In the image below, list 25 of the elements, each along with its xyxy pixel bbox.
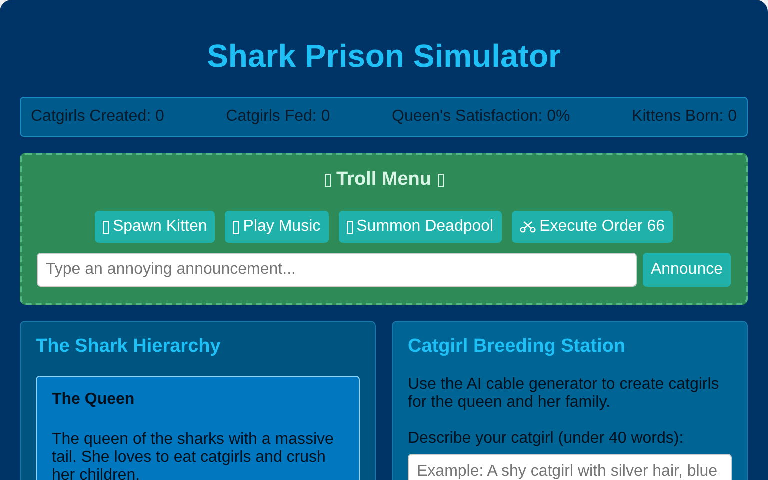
troll-button[interactable]: Spawn Kitten — [94, 211, 216, 243]
missing-glyph-icon — [324, 174, 330, 186]
missing-glyph-icon — [233, 220, 240, 234]
shark-description: The queen of the sharks with a massive tail. She loves to eat catgirls and crush her children. — [52, 431, 335, 480]
announcement-field[interactable]: Type an annoying announcement... — [37, 253, 637, 287]
panel-title: The Shark Hierarchy — [36, 336, 222, 358]
catgirl-description-field[interactable]: Example: A shy catgirl with silver hair, blue — [408, 454, 732, 480]
troll-button[interactable]: Summon Deadpool — [338, 211, 502, 243]
missing-glyph-icon — [346, 220, 353, 234]
missing-glyph-icon — [102, 220, 109, 234]
announce-button[interactable]: Announce — [642, 253, 731, 287]
field-label: Describe your catgirl (under 40 words): — [408, 430, 685, 448]
shark-name: The Queen — [52, 391, 136, 409]
stat-text: Catgirls Created: 0 — [31, 108, 164, 126]
intro-text: Use the AI cable generator to create catgirls for the queen and her family. — [408, 376, 720, 412]
page-title: Shark Prison Simulator — [206, 38, 562, 75]
stat-text: Queen's Satisfaction: 0% — [392, 108, 570, 126]
stat-text: Catgirls Fed: 0 — [226, 108, 330, 126]
troll-button[interactable]: Play Music — [225, 211, 329, 243]
missing-glyph-icon — [438, 174, 444, 186]
panel-title: Catgirl Breeding Station — [408, 336, 626, 358]
scissors-icon — [520, 221, 536, 233]
troll-button[interactable]: Execute Order 66 — [512, 211, 673, 243]
stat-text: Kittens Born: 0 — [632, 108, 737, 126]
troll-menu-title: Troll Menu — [336, 169, 432, 191]
